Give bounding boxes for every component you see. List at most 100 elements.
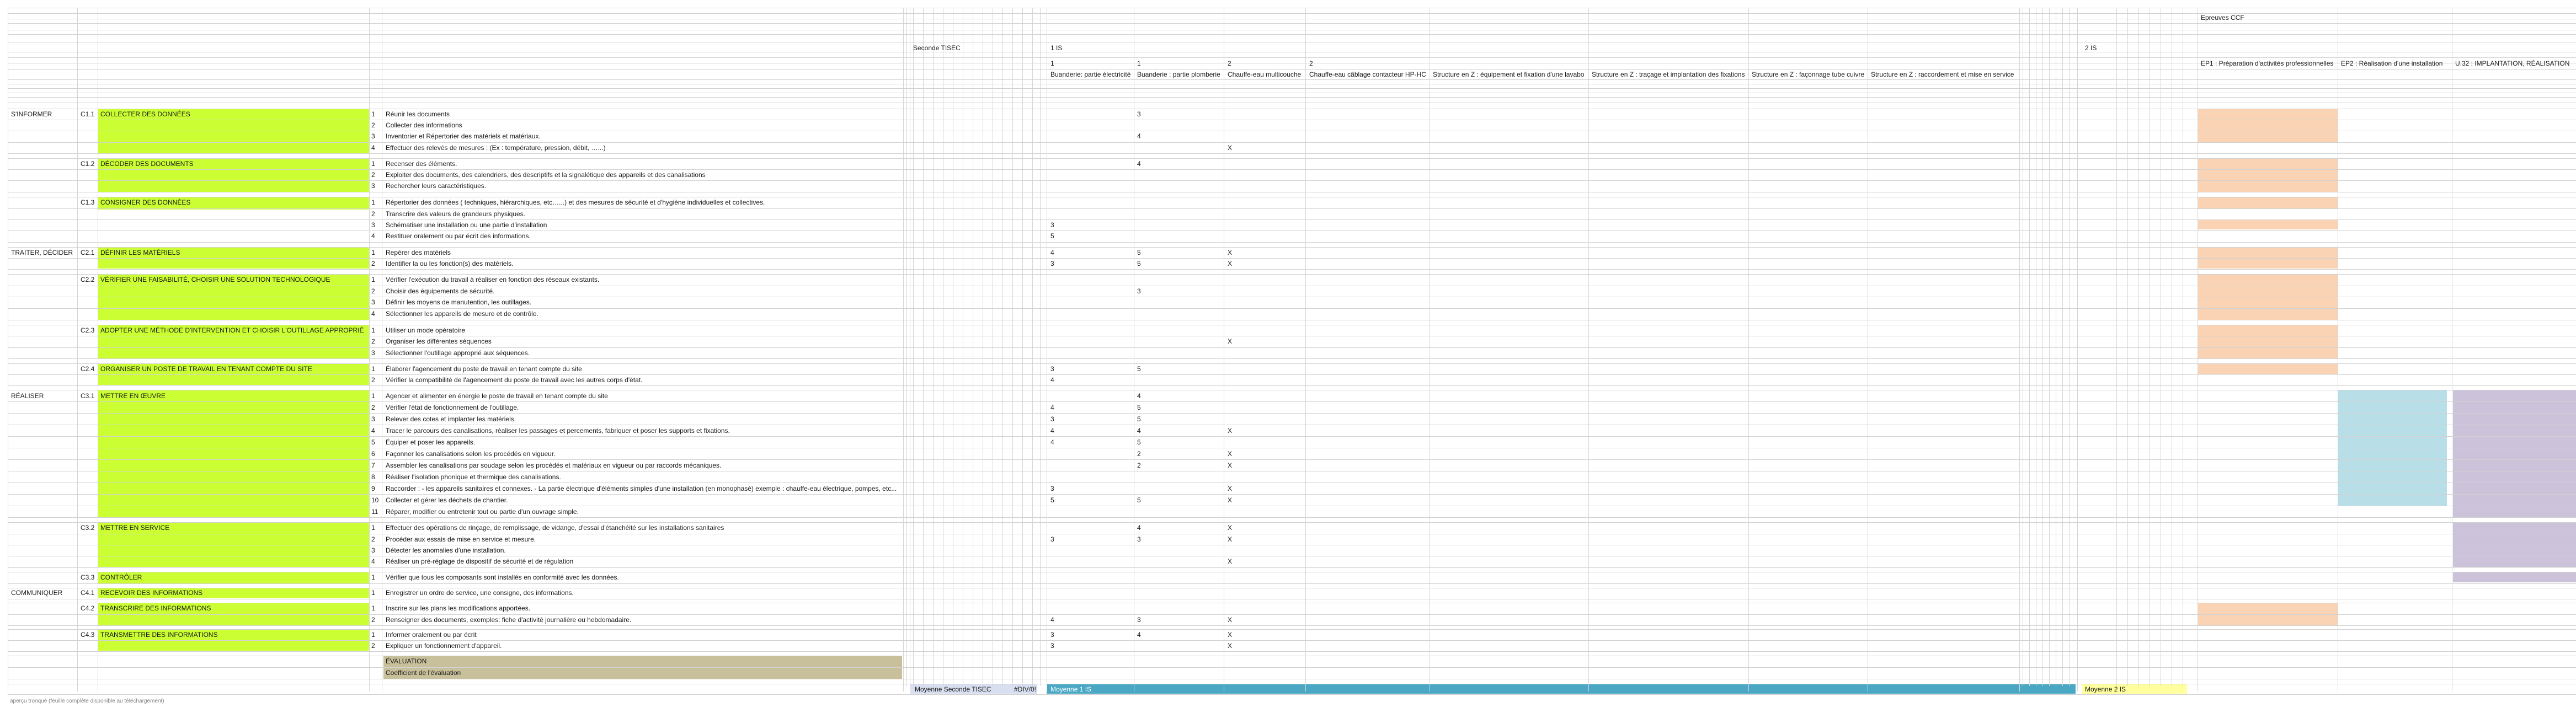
competence-code: C3.2 [81, 524, 95, 532]
mark-cell: X [1228, 485, 1233, 492]
criterion-text: Rechercher leurs caractéristiques. [386, 182, 487, 190]
narrow-column-line [923, 8, 924, 686]
criterion-text: Façonner les canalisations selon les pro… [386, 450, 556, 458]
moyenne-1is-label: Moyenne 1 IS [1050, 685, 1092, 693]
score-cell: 3 [1050, 221, 1054, 229]
mark-cell: X [1228, 144, 1233, 152]
ep1-highlight [2198, 364, 2338, 374]
criterion-number: 2 [371, 535, 375, 543]
criterion-number: 8 [371, 473, 375, 481]
mark-cell: X [1228, 535, 1233, 543]
criterion-number: 3 [371, 546, 375, 554]
competence-code: C3.1 [81, 392, 95, 400]
row-line [8, 358, 2576, 359]
level-2is: 2 IS [2085, 44, 2097, 52]
domain-label: COMMUNIQUER [11, 589, 63, 597]
competence-code: C3.3 [81, 573, 95, 581]
column-line [2077, 8, 2078, 691]
narrow-column-line [2069, 8, 2070, 686]
row-line [8, 142, 2576, 143]
criterion-text: Réparer, modifier ou entretenir tout ou … [386, 508, 579, 516]
activity-number: 2 [1228, 60, 1231, 67]
criterion-number: 2 [371, 171, 375, 179]
row-line [8, 640, 2576, 641]
row-line [8, 242, 2576, 243]
activity-number: 1 [1137, 60, 1141, 67]
score-cell: 3 [1050, 642, 1054, 650]
criterion-number: 2 [371, 337, 375, 345]
criterion-number: 5 [371, 438, 375, 446]
criterion-text: Procéder aux essais de mise en service e… [386, 535, 536, 543]
score-cell: 3 [1050, 415, 1054, 423]
criterion-text: Restituer oralement ou par écrit des inf… [386, 232, 531, 240]
score-cell: 4 [1050, 616, 1054, 624]
score-cell: 3 [1050, 365, 1054, 373]
mark-cell: X [1228, 496, 1233, 504]
criterion-text: Inventorier et Répertorier des matériels… [386, 132, 541, 140]
epreuves-header: Epreuves CCF [2201, 14, 2244, 22]
mark-cell: X [1228, 249, 1233, 256]
column-line [903, 8, 904, 691]
score-cell: 5 [1137, 365, 1141, 373]
score-cell: 5 [1137, 260, 1141, 267]
criterion-number: 3 [371, 415, 375, 423]
ep1-highlight [2198, 197, 2338, 208]
row-line [8, 436, 2576, 437]
criterion-number: 1 [371, 631, 375, 639]
score-cell: 5 [1137, 415, 1141, 423]
criterion-text: Vérifier que tous les composants sont in… [386, 573, 619, 581]
score-cell: 3 [1050, 260, 1054, 267]
score-cell: 4 [1050, 427, 1054, 435]
score-cell: 4 [1050, 376, 1054, 384]
column-line [1748, 8, 1749, 691]
competence-label: DÉFINIR LES MATÉRIELS [100, 249, 180, 256]
row-line [8, 667, 2576, 668]
row-line [8, 269, 2576, 270]
epreuve-header: EP2 : Réalisation d'une installation [2341, 60, 2443, 67]
score-cell: 4 [1137, 427, 1141, 435]
criterion-number: 1 [371, 326, 375, 334]
criterion-number: 7 [371, 462, 375, 469]
competence-label: CONTRÔLER [100, 573, 142, 581]
mark-cell: X [1228, 642, 1233, 650]
row-line [8, 153, 2576, 154]
criterion-text: Enregistrer un ordre de service, une con… [386, 589, 574, 597]
competence-label: RECEVOIR DES INFORMATIONS [100, 589, 203, 597]
criterion-number: 4 [371, 427, 375, 435]
domain-label: S'INFORMER [11, 110, 52, 118]
row-line [8, 23, 2576, 24]
criterion-text: Agencer et alimenter en énergie le poste… [386, 392, 608, 400]
row-line [8, 180, 2576, 181]
row-line [8, 247, 2576, 248]
column-line [1588, 8, 1589, 691]
row-line [8, 79, 2576, 80]
activity-number: 1 [1050, 60, 1054, 67]
criterion-number: 4 [371, 144, 375, 152]
criterion-text: Expliquer un fonctionnement d'appareil. [386, 642, 502, 650]
row-line [8, 308, 2576, 309]
row-line [8, 374, 2576, 375]
score-cell: 3 [1050, 485, 1054, 492]
criterion-number: 1 [371, 276, 375, 283]
competence-label: VÉRIFIER UNE FAISABILITÉ, CHOISIR UNE SO… [100, 276, 330, 283]
criterion-number: 11 [371, 508, 378, 516]
score-cell: 4 [1050, 438, 1054, 446]
epreuve-header: U.32 : IMPLANTATION, RÉALISATION [2455, 60, 2570, 67]
row-line [8, 614, 2576, 615]
criterion-text: Repérer des matériels [386, 249, 451, 256]
competence-code: C2.1 [81, 249, 95, 256]
criterion-number: 2 [371, 616, 375, 624]
domain-label: RÉALISER [11, 392, 44, 400]
score-cell: 2 [1137, 450, 1141, 458]
row-line [8, 625, 2576, 626]
ep1-highlight [2198, 109, 2338, 142]
activity-header: Structure en Z : raccordement et mise en… [1871, 71, 2014, 78]
activity-header: Structure en Z : équipement et fixation … [1433, 71, 1585, 78]
criterion-number: 4 [371, 232, 375, 240]
criterion-number: 3 [371, 182, 375, 190]
criterion-number: 2 [371, 260, 375, 267]
score-cell: 4 [1137, 392, 1141, 400]
row-line [8, 385, 2576, 386]
row-line [8, 57, 2576, 58]
row-line [8, 208, 2576, 209]
